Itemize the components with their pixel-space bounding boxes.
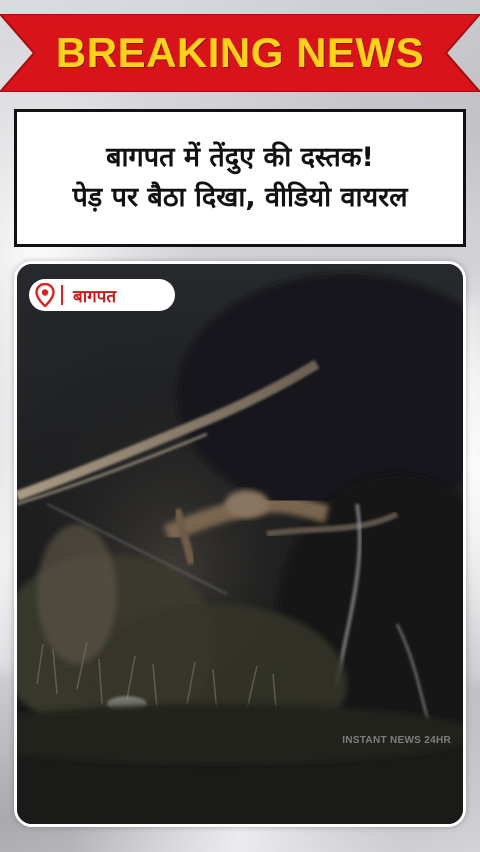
headline-line-2: पेड़ पर बैठा दिखा, वीडियो वायरल (72, 182, 408, 213)
location-label: बागपत (73, 286, 117, 307)
channel-watermark: INSTANT NEWS 24HR (342, 735, 451, 746)
headline-line-1: बागपत में तेंदुए की दस्तक! (106, 142, 374, 173)
headline-box: बागपत में तेंदुए की दस्तक! पेड़ पर बैठा … (14, 109, 466, 247)
breaking-news-label: BREAKING NEWS (55, 29, 425, 76)
location-pin-icon (35, 283, 55, 307)
location-tag: बागपत (29, 279, 175, 311)
location-divider (61, 285, 63, 305)
video-frame[interactable]: बागपत INSTANT NEWS 24HR (14, 261, 466, 827)
breaking-news-banner: BREAKING NEWS (0, 14, 480, 92)
